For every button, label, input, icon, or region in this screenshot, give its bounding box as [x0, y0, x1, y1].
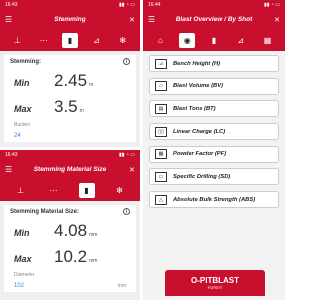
stemming-tool-icon[interactable]: ⊥ [13, 183, 29, 198]
item-label: Linear Charge (LC) [173, 128, 226, 135]
item-label: Specific Drilling (SD) [173, 173, 231, 180]
footer-label: Burden [14, 122, 31, 128]
spacing-tool-icon[interactable]: ⋯ [36, 33, 52, 48]
stemming-material-card: Stemming Material Size: i Min 4.08 mm Ma… [4, 205, 136, 292]
stemming-card: Stemming: i Min 2.45 m Max 3.5 m Burden … [4, 55, 136, 142]
blast-tons-icon: ▤ [155, 103, 167, 114]
bench-tool-icon[interactable]: ⌂ [152, 33, 168, 48]
max-row: Max 10.2 mm [14, 247, 130, 267]
metrics-list: ⊿ Bench Height (H) ▱ Blast Volume (BV) ▤… [143, 51, 285, 218]
menu-icon[interactable]: ☰ [148, 15, 160, 24]
max-value: 3.5 [54, 97, 78, 116]
item-label: Bench Height (H) [173, 60, 221, 67]
info-icon[interactable]: i [123, 58, 130, 65]
min-label: Min [14, 78, 30, 88]
blast-overview-screen: 16:44 ▮▮ ◔ ▭ ☰ Blast Overview / By Shot … [143, 0, 285, 300]
footer-value[interactable]: 24 [14, 133, 21, 139]
list-item[interactable]: ▱ Blast Volume (BV) [149, 77, 279, 95]
menu-icon[interactable]: ☰ [5, 15, 17, 24]
min-row: Min 4.08 mm [14, 221, 130, 241]
stemming-tool-icon[interactable]: ⊥ [9, 33, 25, 48]
min-value: 2.45 [54, 71, 88, 90]
hole-tool-icon[interactable]: ▮ [78, 182, 95, 198]
status-time: 16:43 [5, 152, 18, 158]
logo-text: O-PITBLAST [191, 276, 239, 285]
page-title: Blast Overview / By Shot [175, 16, 253, 23]
max-row: Max 3.5 m [14, 97, 130, 117]
footer-field[interactable]: Diameter [14, 272, 126, 278]
item-label: Powder Factor (PF) [173, 151, 227, 158]
bench-height-icon: ⊿ [155, 58, 167, 69]
spacing-tool-icon[interactable]: ⋯ [46, 183, 62, 198]
list-item[interactable]: △ Absolute Bulk Strength (ABS) [149, 191, 279, 209]
stemming-material-screen: 16:43 ▮▮ ◔ ▭ ☰ Stemming Material Size ✕ … [0, 150, 140, 300]
footer-field[interactable]: Burden [14, 122, 126, 128]
item-label: Blast Tons (BT) [173, 105, 216, 112]
logo-subtext: FOREIT [207, 285, 223, 290]
page-title: Stemming [54, 16, 86, 23]
title-bar: ☰ Blast Overview / By Shot ✕ [143, 10, 285, 29]
list-item[interactable]: ⊿ Bench Height (H) [149, 55, 279, 72]
min-label: Min [14, 228, 30, 238]
toolbar: ⌂ ◉ ▮ ⊿ ▦ [143, 29, 285, 51]
max-label: Max [14, 254, 32, 264]
list-item[interactable]: ▤ Blast Tons (BT) [149, 100, 279, 118]
status-time: 16:44 [148, 2, 161, 8]
page-title: Stemming Material Size [33, 166, 107, 173]
status-icons: ▮▮ ◔ ▭ [118, 2, 135, 8]
item-label: Blast Volume (BV) [173, 83, 224, 90]
section-label: Stemming: [10, 58, 42, 65]
close-icon[interactable]: ✕ [268, 16, 280, 24]
list-item[interactable]: ▦ Powder Factor (PF) [149, 145, 279, 163]
status-bar: 16:43 ▮▮ ◔ ▭ [0, 0, 140, 10]
stemming-screen: 16:43 ▮▮ ◔ ▭ ☰ Stemming ✕ ⊥ ⋯ ▮ ⊿ ✻ Stem… [0, 0, 140, 147]
footer-value[interactable]: 102 [14, 283, 24, 289]
min-unit: mm [89, 232, 98, 238]
max-value: 10.2 [54, 247, 88, 266]
max-unit: mm [89, 258, 98, 264]
status-icons: ▮▮ ◔ ▭ [118, 152, 135, 158]
fragment-tool-icon[interactable]: ✻ [115, 33, 131, 48]
menu-icon[interactable]: ☰ [5, 165, 17, 174]
min-row: Min 2.45 m [14, 71, 130, 91]
item-label: Absolute Bulk Strength (ABS) [173, 196, 256, 203]
status-time: 16:43 [5, 2, 18, 8]
pitblast-logo: O-PITBLAST FOREIT [165, 270, 265, 296]
fragment-tool-icon[interactable]: ✻ [112, 183, 128, 198]
max-unit: m [79, 108, 84, 114]
list-item[interactable]: ▯▯ Linear Charge (LC) [149, 123, 279, 141]
linear-charge-icon: ▯▯ [155, 126, 167, 137]
title-bar: ☰ Stemming Material Size ✕ [0, 160, 140, 179]
close-icon[interactable]: ✕ [123, 16, 135, 24]
shot-tool-icon[interactable]: ◉ [179, 32, 196, 48]
hole-tool-icon[interactable]: ▮ [61, 32, 78, 48]
title-bar: ☰ Stemming ✕ [0, 10, 140, 29]
slope-tool-icon[interactable]: ⊿ [233, 33, 249, 48]
charge-tool-icon[interactable]: ▮ [206, 33, 222, 48]
footer-unit: mm [117, 283, 126, 289]
toolbar: ⊥ ⋯ ▮ ⊿ ✻ [0, 29, 140, 51]
status-bar: 16:44 ▮▮ ◔ ▭ [143, 0, 285, 10]
status-icons: ▮▮ ◔ ▭ [263, 2, 280, 8]
slope-tool-icon[interactable]: ⊿ [88, 33, 104, 48]
abs-icon: △ [155, 194, 167, 205]
min-unit: m [89, 82, 94, 88]
grid-tool-icon[interactable]: ▦ [260, 33, 276, 48]
status-bar: 16:43 ▮▮ ◔ ▭ [0, 150, 140, 160]
list-item[interactable]: ▭ Specific Drilling (SD) [149, 168, 279, 186]
specific-drilling-icon: ▭ [155, 171, 167, 182]
blast-volume-icon: ▱ [155, 81, 167, 92]
close-icon[interactable]: ✕ [123, 166, 135, 174]
footer-label: Diameter [14, 272, 35, 278]
max-label: Max [14, 104, 32, 114]
info-icon[interactable]: i [123, 208, 130, 215]
powder-factor-icon: ▦ [155, 149, 167, 160]
toolbar: ⊥ ⋯ ▮ ✻ [0, 179, 140, 201]
section-label: Stemming Material Size: [10, 208, 80, 215]
min-value: 4.08 [54, 221, 88, 240]
